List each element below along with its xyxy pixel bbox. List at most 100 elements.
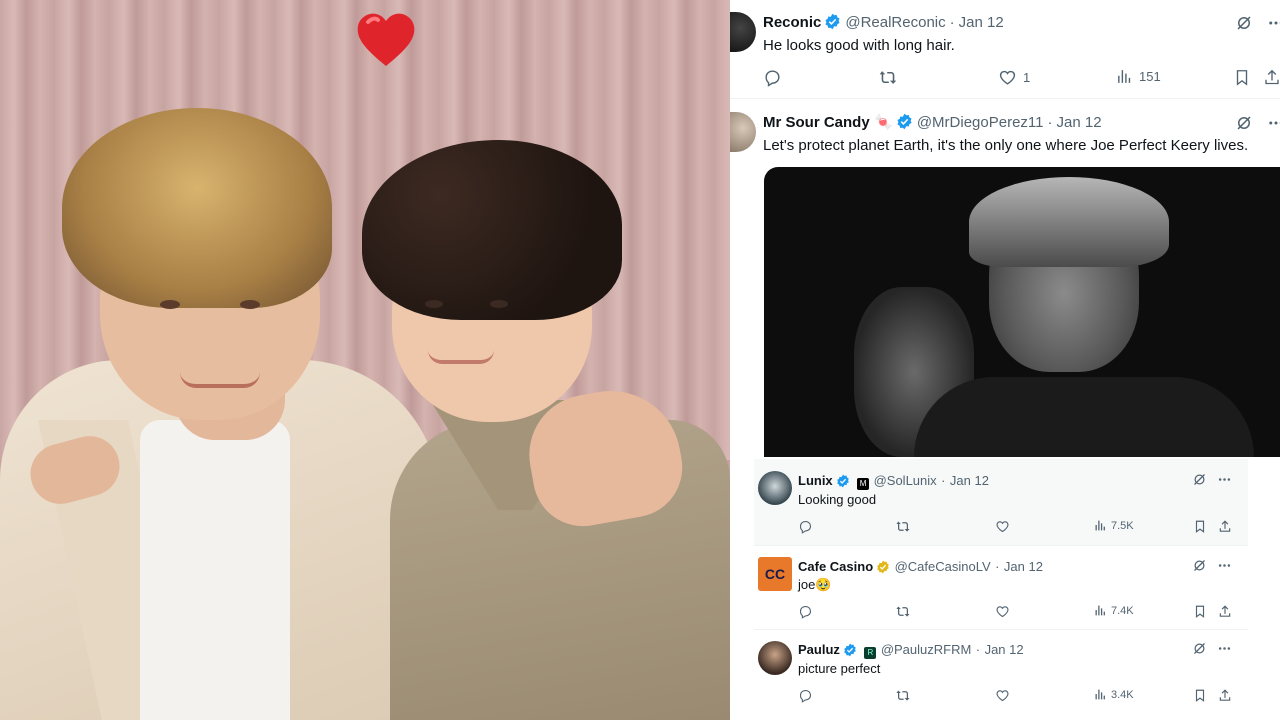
- more-icon[interactable]: [1267, 14, 1280, 32]
- avatar[interactable]: [730, 112, 756, 152]
- views-button[interactable]: 3.4K: [1094, 688, 1134, 701]
- views-button[interactable]: 7.4K: [1094, 604, 1134, 617]
- person-left-shirt: [140, 420, 290, 720]
- retweet-icon: [879, 71, 897, 84]
- heart-emoji: [357, 13, 415, 66]
- display-name[interactable]: Lunix: [798, 473, 833, 488]
- share-button[interactable]: [1263, 68, 1280, 87]
- bookmark-button[interactable]: [1193, 519, 1207, 534]
- avatar[interactable]: CC: [758, 557, 792, 591]
- like-icon: [999, 70, 1016, 85]
- bookmark-button[interactable]: [1193, 688, 1207, 703]
- share-icon: [1219, 520, 1231, 532]
- reply-icon: [799, 689, 812, 703]
- avatar[interactable]: [758, 641, 792, 675]
- like-icon: [996, 521, 1009, 533]
- tweet-date[interactable]: Jan 12: [985, 642, 1024, 657]
- avatar[interactable]: [730, 12, 756, 52]
- views-icon: [1118, 70, 1131, 83]
- candy-emoji: 🍬: [874, 114, 893, 131]
- reply-button[interactable]: [798, 519, 813, 534]
- tweet[interactable]: Reconic @RealReconic · Jan 12 He looks good…: [730, 0, 1280, 100]
- retweet-icon: [896, 690, 910, 701]
- reply-text: picture perfect: [798, 661, 881, 676]
- bookmark-icon: [1236, 70, 1248, 86]
- tweet-media-gif[interactable]: [764, 167, 1280, 457]
- verified-icon: [825, 13, 840, 30]
- verified-icon: [877, 560, 889, 574]
- share-button[interactable]: [1218, 519, 1232, 534]
- views-button[interactable]: 7.5K: [1094, 519, 1134, 532]
- handle[interactable]: @MrDiegoPerez11: [917, 114, 1044, 131]
- views-icon: [1095, 689, 1105, 700]
- reply-icon: [799, 605, 812, 619]
- reply-icon: [765, 70, 780, 87]
- grok-icon[interactable]: [1192, 641, 1207, 656]
- retweet-icon: [896, 606, 910, 617]
- more-icon[interactable]: [1217, 472, 1232, 487]
- display-name[interactable]: Cafe Casino: [798, 559, 873, 574]
- photo-panel: [0, 0, 730, 720]
- views-button[interactable]: 151: [1116, 68, 1161, 85]
- affiliate-badge: M: [857, 478, 870, 490]
- grok-icon[interactable]: [1235, 114, 1253, 132]
- tweet-text: Let's protect planet Earth, it's the onl…: [763, 137, 1249, 154]
- grok-icon[interactable]: [1192, 472, 1207, 487]
- bookmark-icon: [1195, 520, 1205, 533]
- retweet-button[interactable]: [895, 688, 911, 703]
- reply-button[interactable]: [798, 688, 813, 703]
- tweet-text: He looks good with long hair.: [763, 37, 955, 54]
- like-count: 1: [1023, 70, 1031, 85]
- retweet-button[interactable]: [878, 68, 904, 87]
- like-button[interactable]: [995, 604, 1010, 619]
- person-right-hair: [362, 140, 622, 320]
- share-icon: [1219, 689, 1231, 701]
- like-button[interactable]: 1: [998, 68, 1030, 87]
- grok-icon[interactable]: [1235, 14, 1253, 32]
- retweet-button[interactable]: [895, 604, 911, 619]
- share-button[interactable]: [1218, 688, 1232, 703]
- like-icon: [996, 690, 1009, 702]
- display-name[interactable]: Mr Sour Candy: [763, 114, 870, 131]
- tweet-date[interactable]: Jan 12: [959, 14, 1004, 31]
- bookmark-icon: [1195, 689, 1205, 702]
- grok-icon[interactable]: [1192, 558, 1207, 573]
- handle[interactable]: @CafeCasinoLV: [895, 559, 991, 574]
- view-count: 3.4K: [1111, 688, 1134, 701]
- views-icon: [1095, 605, 1105, 616]
- display-name[interactable]: Reconic: [763, 14, 821, 31]
- handle[interactable]: @SolLunix: [874, 473, 937, 488]
- like-button[interactable]: [995, 519, 1010, 534]
- bookmark-icon: [1195, 605, 1205, 618]
- retweet-button[interactable]: [895, 519, 911, 534]
- reply-button[interactable]: [763, 68, 788, 87]
- view-count: 7.4K: [1111, 604, 1134, 617]
- affiliate-badge: R: [864, 647, 877, 659]
- more-icon[interactable]: [1217, 641, 1232, 656]
- more-icon[interactable]: [1267, 114, 1280, 132]
- tweet-date[interactable]: Jan 12: [950, 473, 989, 488]
- verified-icon: [836, 474, 849, 488]
- like-button[interactable]: [995, 688, 1010, 703]
- retweet-icon: [896, 521, 910, 532]
- view-count: 7.5K: [1111, 519, 1134, 532]
- tweet-date[interactable]: Jan 12: [1057, 114, 1102, 131]
- bookmark-button[interactable]: [1233, 68, 1251, 87]
- reply-button[interactable]: [798, 604, 813, 619]
- share-button[interactable]: [1218, 604, 1232, 619]
- reply-text: joe🥹: [798, 577, 832, 592]
- display-name[interactable]: Pauluz: [798, 642, 840, 657]
- person-left-hair: [62, 108, 332, 308]
- reply-card[interactable]: Pauluz R @PauluzRFRM · Jan 12 picture pe…: [754, 629, 1248, 720]
- reply-card[interactable]: Lunix M @SolLunix · Jan 12 Looking good …: [754, 459, 1248, 545]
- avatar[interactable]: [758, 471, 792, 505]
- bookmark-button[interactable]: [1193, 604, 1207, 619]
- verified-icon: [844, 643, 856, 657]
- reply-card[interactable]: CC Cafe Casino @CafeCasinoLV · Jan 12 jo…: [754, 545, 1248, 630]
- handle[interactable]: @PauluzRFRM: [881, 642, 972, 657]
- share-icon: [1219, 605, 1231, 617]
- handle[interactable]: @RealReconic: [845, 14, 945, 31]
- more-icon[interactable]: [1217, 558, 1232, 573]
- reply-text: Looking good: [798, 492, 877, 507]
- tweet-date[interactable]: Jan 12: [1004, 559, 1043, 574]
